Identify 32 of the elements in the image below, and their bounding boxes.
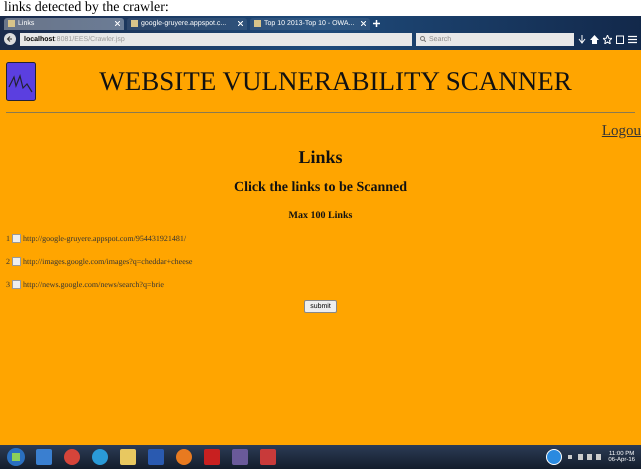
- menu-icon[interactable]: [628, 34, 637, 44]
- new-tab-icon[interactable]: [373, 20, 380, 27]
- start-icon[interactable]: [6, 447, 26, 467]
- instruction-text: Click the links to be Scanned: [232, 180, 408, 196]
- link-number: 3: [6, 280, 10, 289]
- caption-text: links detected by the crawler:: [4, 0, 169, 16]
- link-url: http://google-gruyere.appspot.com/954431921481/: [23, 234, 186, 243]
- clipboard-icon[interactable]: [616, 34, 624, 44]
- link-url: http://images.google.com/images?q=cheddar+cheese: [23, 257, 192, 266]
- logout-link[interactable]: Logou: [602, 123, 641, 140]
- page-icon: [254, 20, 261, 27]
- limit-text: Max 100 Links: [288, 210, 354, 221]
- help-icon[interactable]: [546, 449, 562, 465]
- page-title: WEBSITE VULNERABILITY SCANNER: [98, 66, 573, 96]
- page-icon: [8, 20, 15, 27]
- close-icon[interactable]: [361, 21, 366, 26]
- link-checkbox[interactable]: [12, 280, 21, 289]
- search-icon: [420, 36, 426, 42]
- close-icon[interactable]: [115, 21, 120, 26]
- logo-icon: [6, 62, 36, 100]
- home-icon[interactable]: [590, 34, 599, 44]
- links-heading: Links: [297, 147, 344, 168]
- link-number: 2: [6, 257, 10, 266]
- link-checkbox[interactable]: [12, 257, 21, 266]
- star-icon[interactable]: [603, 34, 612, 44]
- page-icon: [131, 20, 138, 27]
- download-icon[interactable]: [578, 34, 586, 44]
- link-number: 1: [6, 234, 10, 243]
- close-icon[interactable]: [238, 21, 243, 26]
- link-url: http://news.google.com/news/search?q=brie: [23, 280, 164, 289]
- link-checkbox[interactable]: [12, 234, 21, 243]
- back-icon[interactable]: [4, 33, 16, 45]
